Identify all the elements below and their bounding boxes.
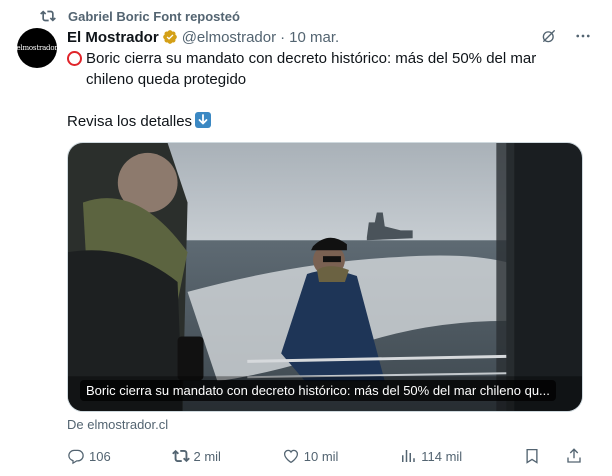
avatar[interactable]: elmostrador — [16, 28, 58, 68]
header-actions — [540, 27, 592, 45]
news-photo — [68, 143, 582, 411]
media-card[interactable]: Boric cierra su mandato con decreto hist… — [67, 142, 583, 412]
down-arrow-emoji-icon — [195, 112, 212, 128]
media-caption: Boric cierra su mandato con decreto hist… — [80, 380, 556, 401]
red-circle-emoji-icon — [67, 51, 82, 66]
author-name[interactable]: El Mostrador — [67, 29, 159, 46]
source-link[interactable]: De elmostrador.cl — [67, 417, 168, 432]
views-button[interactable]: 114 mil — [399, 447, 462, 465]
reply-button[interactable]: 106 — [67, 447, 111, 465]
like-icon — [283, 449, 298, 464]
like-button[interactable]: 10 mil — [282, 447, 339, 465]
grok-icon[interactable] — [540, 27, 558, 45]
tweet-text-line2: Revisa los detalles — [67, 113, 193, 130]
action-bar-right — [523, 447, 583, 465]
retweet-icon — [171, 449, 190, 463]
tweet-text: Boric cierra su mandato con decreto hist… — [67, 48, 567, 153]
more-icon[interactable] — [574, 27, 592, 45]
views-icon — [402, 450, 415, 462]
retweet-button[interactable]: 2 mil — [171, 447, 221, 465]
verified-icon[interactable] — [162, 29, 178, 45]
bookmark-icon[interactable] — [523, 447, 541, 465]
repost-text: Gabriel Boric Font reposteó — [68, 8, 240, 24]
author-handle[interactable]: @elmostrador — [182, 29, 276, 46]
views-count: 114 mil — [421, 448, 463, 464]
post-date[interactable]: 10 mar. — [289, 29, 339, 46]
repost-icon — [40, 10, 56, 22]
retweet-count: 2 mil — [193, 448, 221, 464]
like-count: 10 mil — [303, 448, 339, 464]
separator-dot: · — [280, 28, 286, 46]
reply-count: 106 — [89, 448, 111, 464]
repost-indicator[interactable]: Gabriel Boric Font reposteó — [40, 8, 240, 24]
reply-icon — [68, 449, 84, 465]
share-icon[interactable] — [565, 447, 583, 465]
avatar-logo-text: elmostrador — [16, 44, 58, 52]
tweet-text-line1: Boric cierra su mandato con decreto hist… — [86, 50, 537, 88]
action-bar: 106 2 mil 10 mil 114 mil — [67, 446, 583, 466]
tweet-header: El Mostrador @elmostrador · 10 mar. — [67, 27, 592, 47]
